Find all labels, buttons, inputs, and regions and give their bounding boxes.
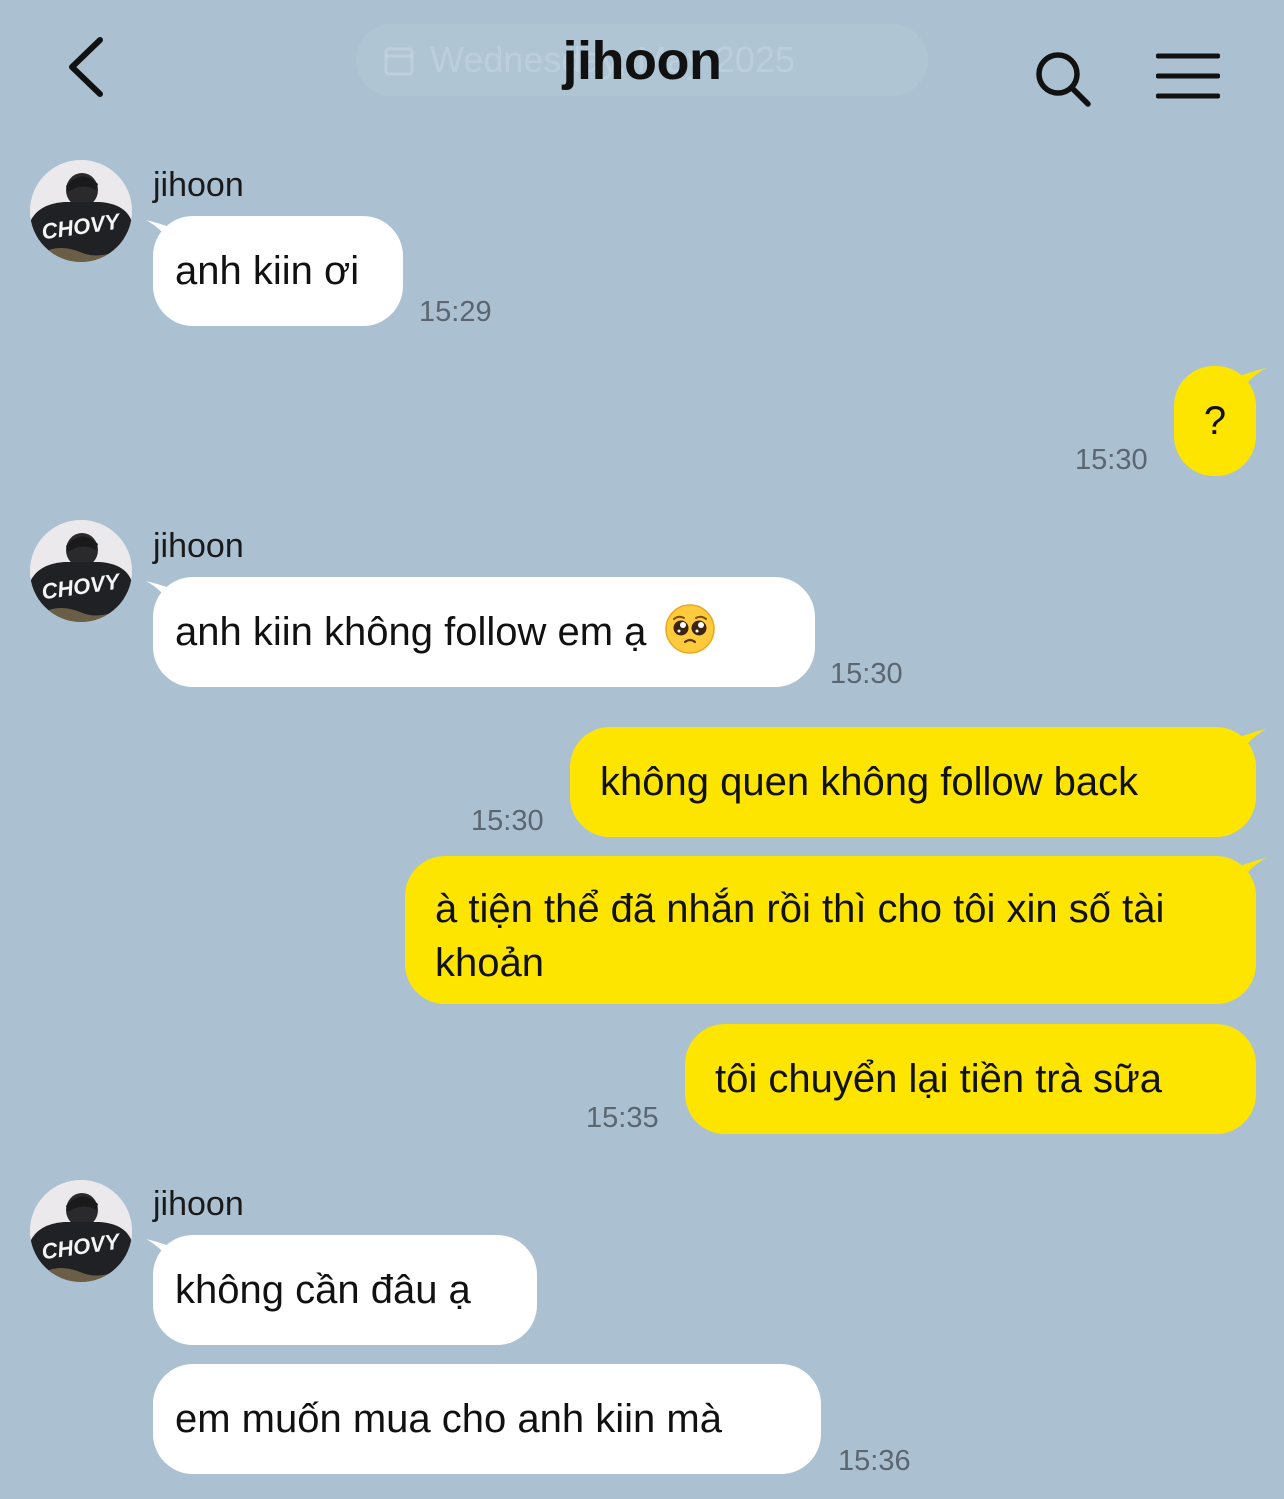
message-time: 15:35 <box>586 1102 659 1134</box>
message-bubble-outgoing[interactable]: không quen không follow back <box>570 727 1256 837</box>
avatar[interactable] <box>30 160 132 262</box>
message-bubble-outgoing[interactable]: à tiện thể đã nhắn rồi thì cho tôi xin s… <box>405 856 1256 1004</box>
chat-screen: Wednesday, May 2025 jihoon jihoon anh ki… <box>0 0 1284 1499</box>
message-time: 15:30 <box>1075 444 1148 476</box>
message-bubble-incoming[interactable]: anh kiin không follow em ạ <box>153 577 815 687</box>
message-text: anh kiin ơi <box>175 249 360 293</box>
message-text: em muốn mua cho anh kiin mà <box>175 1397 722 1441</box>
avatar-image <box>30 1180 132 1282</box>
message-text: à tiện thể đã nhắn rồi thì cho tôi xin s… <box>435 887 1165 985</box>
menu-button[interactable] <box>1155 52 1221 100</box>
message-text: tôi chuyển lại tiền trà sữa <box>715 1057 1163 1101</box>
message-bubble-incoming[interactable]: không cần đâu ạ <box>153 1235 537 1345</box>
bubble-tail <box>1240 858 1266 884</box>
message-text: không quen không follow back <box>600 760 1139 804</box>
message-text: anh kiin không follow em ạ <box>175 610 647 654</box>
search-icon <box>1036 52 1091 107</box>
chat-header: Wednesday, May 2025 jihoon <box>0 0 1284 130</box>
avatar[interactable] <box>30 520 132 622</box>
message-bubble-incoming[interactable]: em muốn mua cho anh kiin mà <box>153 1364 821 1474</box>
search-button[interactable] <box>1032 48 1096 112</box>
hamburger-menu-icon <box>1155 53 1221 99</box>
sender-name: jihoon <box>153 166 244 204</box>
message-time: 15:30 <box>830 658 903 690</box>
sender-name: jihoon <box>153 527 244 565</box>
message-text: không cần đâu ạ <box>175 1268 471 1312</box>
bubble-tail <box>1240 368 1266 394</box>
message-time: 15:29 <box>419 296 492 328</box>
pleading-face-emoji <box>664 604 715 654</box>
message-bubble-incoming[interactable]: anh kiin ơi <box>153 216 403 326</box>
avatar-image <box>30 160 132 262</box>
avatar-image <box>30 520 132 622</box>
avatar[interactable] <box>30 1180 132 1282</box>
message-text: ? <box>1203 399 1227 443</box>
message-time: 15:30 <box>471 805 544 837</box>
bubble-tail <box>1240 729 1266 755</box>
sender-name: jihoon <box>153 1185 244 1223</box>
message-time: 15:36 <box>838 1445 911 1477</box>
message-bubble-outgoing[interactable]: tôi chuyển lại tiền trà sữa <box>685 1024 1256 1134</box>
